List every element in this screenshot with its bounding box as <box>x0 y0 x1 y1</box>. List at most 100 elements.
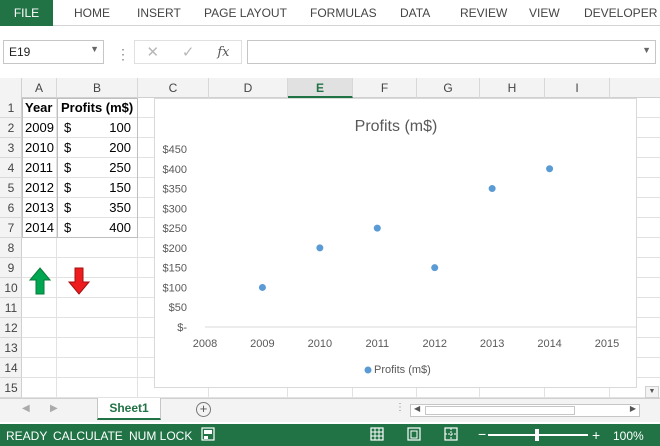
tab-page-layout[interactable]: PAGE LAYOUT <box>204 0 287 26</box>
cell-currency[interactable]: $ <box>64 158 71 178</box>
sheet-tab-sheet1[interactable]: Sheet1 <box>97 398 161 420</box>
column-header-g[interactable]: G <box>417 78 480 98</box>
row-header[interactable]: 5 <box>0 178 22 198</box>
cancel-icon[interactable]: ✕ <box>146 43 159 61</box>
row-header[interactable]: 3 <box>0 138 22 158</box>
tab-developer[interactable]: DEVELOPER <box>584 0 657 26</box>
drag-handle-icon[interactable]: ⋮ <box>116 46 130 63</box>
cell-profit[interactable]: 150 <box>90 178 131 198</box>
row-header[interactable]: 11 <box>0 298 22 318</box>
cell-year[interactable]: 2012 <box>25 178 54 198</box>
scatter-chart[interactable]: Profits (m$) $- $50 $100 $150 $200 $250 $300 $35… <box>154 98 637 388</box>
zoom-in-button[interactable]: + <box>592 427 600 443</box>
row-header[interactable]: 4 <box>0 158 22 178</box>
scroll-left-icon[interactable]: ◀ <box>414 404 420 413</box>
column-header-c[interactable]: C <box>138 78 209 98</box>
scroll-right-icon[interactable]: ▶ <box>630 404 636 413</box>
row-header[interactable]: 6 <box>0 198 22 218</box>
table-header-year[interactable]: Year <box>25 98 52 118</box>
y-tick-label: $250 <box>163 223 187 235</box>
row-header[interactable]: 7 <box>0 218 22 238</box>
column-header-a[interactable]: A <box>22 78 57 98</box>
cell-year[interactable]: 2009 <box>25 118 54 138</box>
add-sheet-icon[interactable]: + <box>196 402 211 417</box>
cell-profit[interactable]: 100 <box>90 118 131 138</box>
row-header[interactable]: 2 <box>0 118 22 138</box>
excel-window: FILE HOME INSERT PAGE LAYOUT FORMULAS DA… <box>0 0 660 446</box>
up-arrow-icon[interactable] <box>29 267 51 295</box>
zoom-slider-thumb[interactable] <box>535 429 539 441</box>
normal-view-icon[interactable] <box>370 427 386 442</box>
status-bar: READY CALCULATE NUM LOCK − + 100% <box>0 424 660 446</box>
column-header-h[interactable]: H <box>480 78 545 98</box>
name-box[interactable]: E19 ▼ <box>3 40 104 64</box>
row-header[interactable]: 10 <box>0 278 22 298</box>
y-tick-label: $350 <box>163 184 187 196</box>
split-handle-icon[interactable]: ⋮ <box>395 402 405 413</box>
tab-formulas[interactable]: FORMULAS <box>310 0 377 26</box>
formula-input[interactable]: ▼ <box>247 40 656 64</box>
y-tick-label: $100 <box>163 282 187 294</box>
cell-year[interactable]: 2011 <box>25 158 53 178</box>
y-tick-label: $150 <box>163 263 187 275</box>
x-tick-label: 2012 <box>422 338 446 350</box>
tab-view[interactable]: VIEW <box>529 0 560 26</box>
x-tick-label: 2011 <box>365 338 389 350</box>
cell-currency[interactable]: $ <box>64 118 71 138</box>
name-box-value: E19 <box>9 45 31 59</box>
tab-data[interactable]: DATA <box>400 0 430 26</box>
tab-file[interactable]: FILE <box>0 0 53 26</box>
tab-review[interactable]: REVIEW <box>460 0 507 26</box>
row-header[interactable]: 14 <box>0 358 22 378</box>
zoom-level[interactable]: 100% <box>613 429 644 443</box>
select-all-corner[interactable] <box>0 78 22 98</box>
page-break-view-icon[interactable] <box>444 427 460 442</box>
cell-profit[interactable]: 200 <box>90 138 131 158</box>
cell-currency[interactable]: $ <box>64 198 71 218</box>
cell-year[interactable]: 2014 <box>25 218 54 238</box>
tab-insert[interactable]: INSERT <box>137 0 181 26</box>
tab-home[interactable]: HOME <box>74 0 110 26</box>
enter-icon[interactable]: ✓ <box>182 43 195 61</box>
column-header-e[interactable]: E <box>288 78 353 98</box>
column-header-d[interactable]: D <box>209 78 288 98</box>
down-arrow-icon[interactable] <box>68 267 90 295</box>
column-headers: A B C D E F G H I <box>0 78 660 98</box>
cell-profit[interactable]: 350 <box>90 198 131 218</box>
x-tick-label: 2013 <box>480 338 504 350</box>
data-point <box>431 264 439 272</box>
y-tick-label: $400 <box>163 164 187 176</box>
cell-profit[interactable]: 250 <box>90 158 131 178</box>
insert-function-icon[interactable]: fx <box>217 45 229 60</box>
scroll-down-icon[interactable]: ▼ <box>645 386 659 398</box>
row-header[interactable]: 12 <box>0 318 22 338</box>
sheet-prev-icon[interactable]: ◀ <box>22 403 30 414</box>
scroll-thumb[interactable] <box>425 406 575 415</box>
cell-currency[interactable]: $ <box>64 218 71 238</box>
horizontal-scrollbar[interactable]: ◀ ▶ <box>410 404 640 417</box>
row-header[interactable]: 13 <box>0 338 22 358</box>
cell-profit[interactable]: 400 <box>90 218 131 238</box>
column-header-i[interactable]: I <box>545 78 610 98</box>
cell-year[interactable]: 2013 <box>25 198 54 218</box>
sheet-next-icon[interactable]: ▶ <box>50 403 58 414</box>
status-calculate[interactable]: CALCULATE <box>53 429 123 443</box>
column-header-f[interactable]: F <box>353 78 417 98</box>
chart-canvas: Profits (m$) $- $50 $100 $150 $200 $250 $300 $35… <box>163 118 637 376</box>
chevron-down-icon[interactable]: ▼ <box>90 44 99 54</box>
page-layout-view-icon[interactable] <box>407 427 423 442</box>
row-header[interactable]: 1 <box>0 98 22 118</box>
cell-currency[interactable]: $ <box>64 178 71 198</box>
row-header[interactable]: 15 <box>0 378 22 398</box>
table-header-profits[interactable]: Profits (m$) <box>61 98 133 118</box>
expand-formula-icon[interactable]: ▼ <box>642 45 651 55</box>
y-tick-label: $450 <box>163 144 187 156</box>
row-header[interactable]: 8 <box>0 238 22 258</box>
cell-year[interactable]: 2010 <box>25 138 54 158</box>
column-header-b[interactable]: B <box>57 78 138 98</box>
row-header[interactable]: 9 <box>0 258 22 278</box>
macro-record-icon[interactable] <box>201 427 217 442</box>
chart-title: Profits (m$) <box>355 118 438 135</box>
cell-currency[interactable]: $ <box>64 138 71 158</box>
zoom-out-button[interactable]: − <box>478 426 486 442</box>
